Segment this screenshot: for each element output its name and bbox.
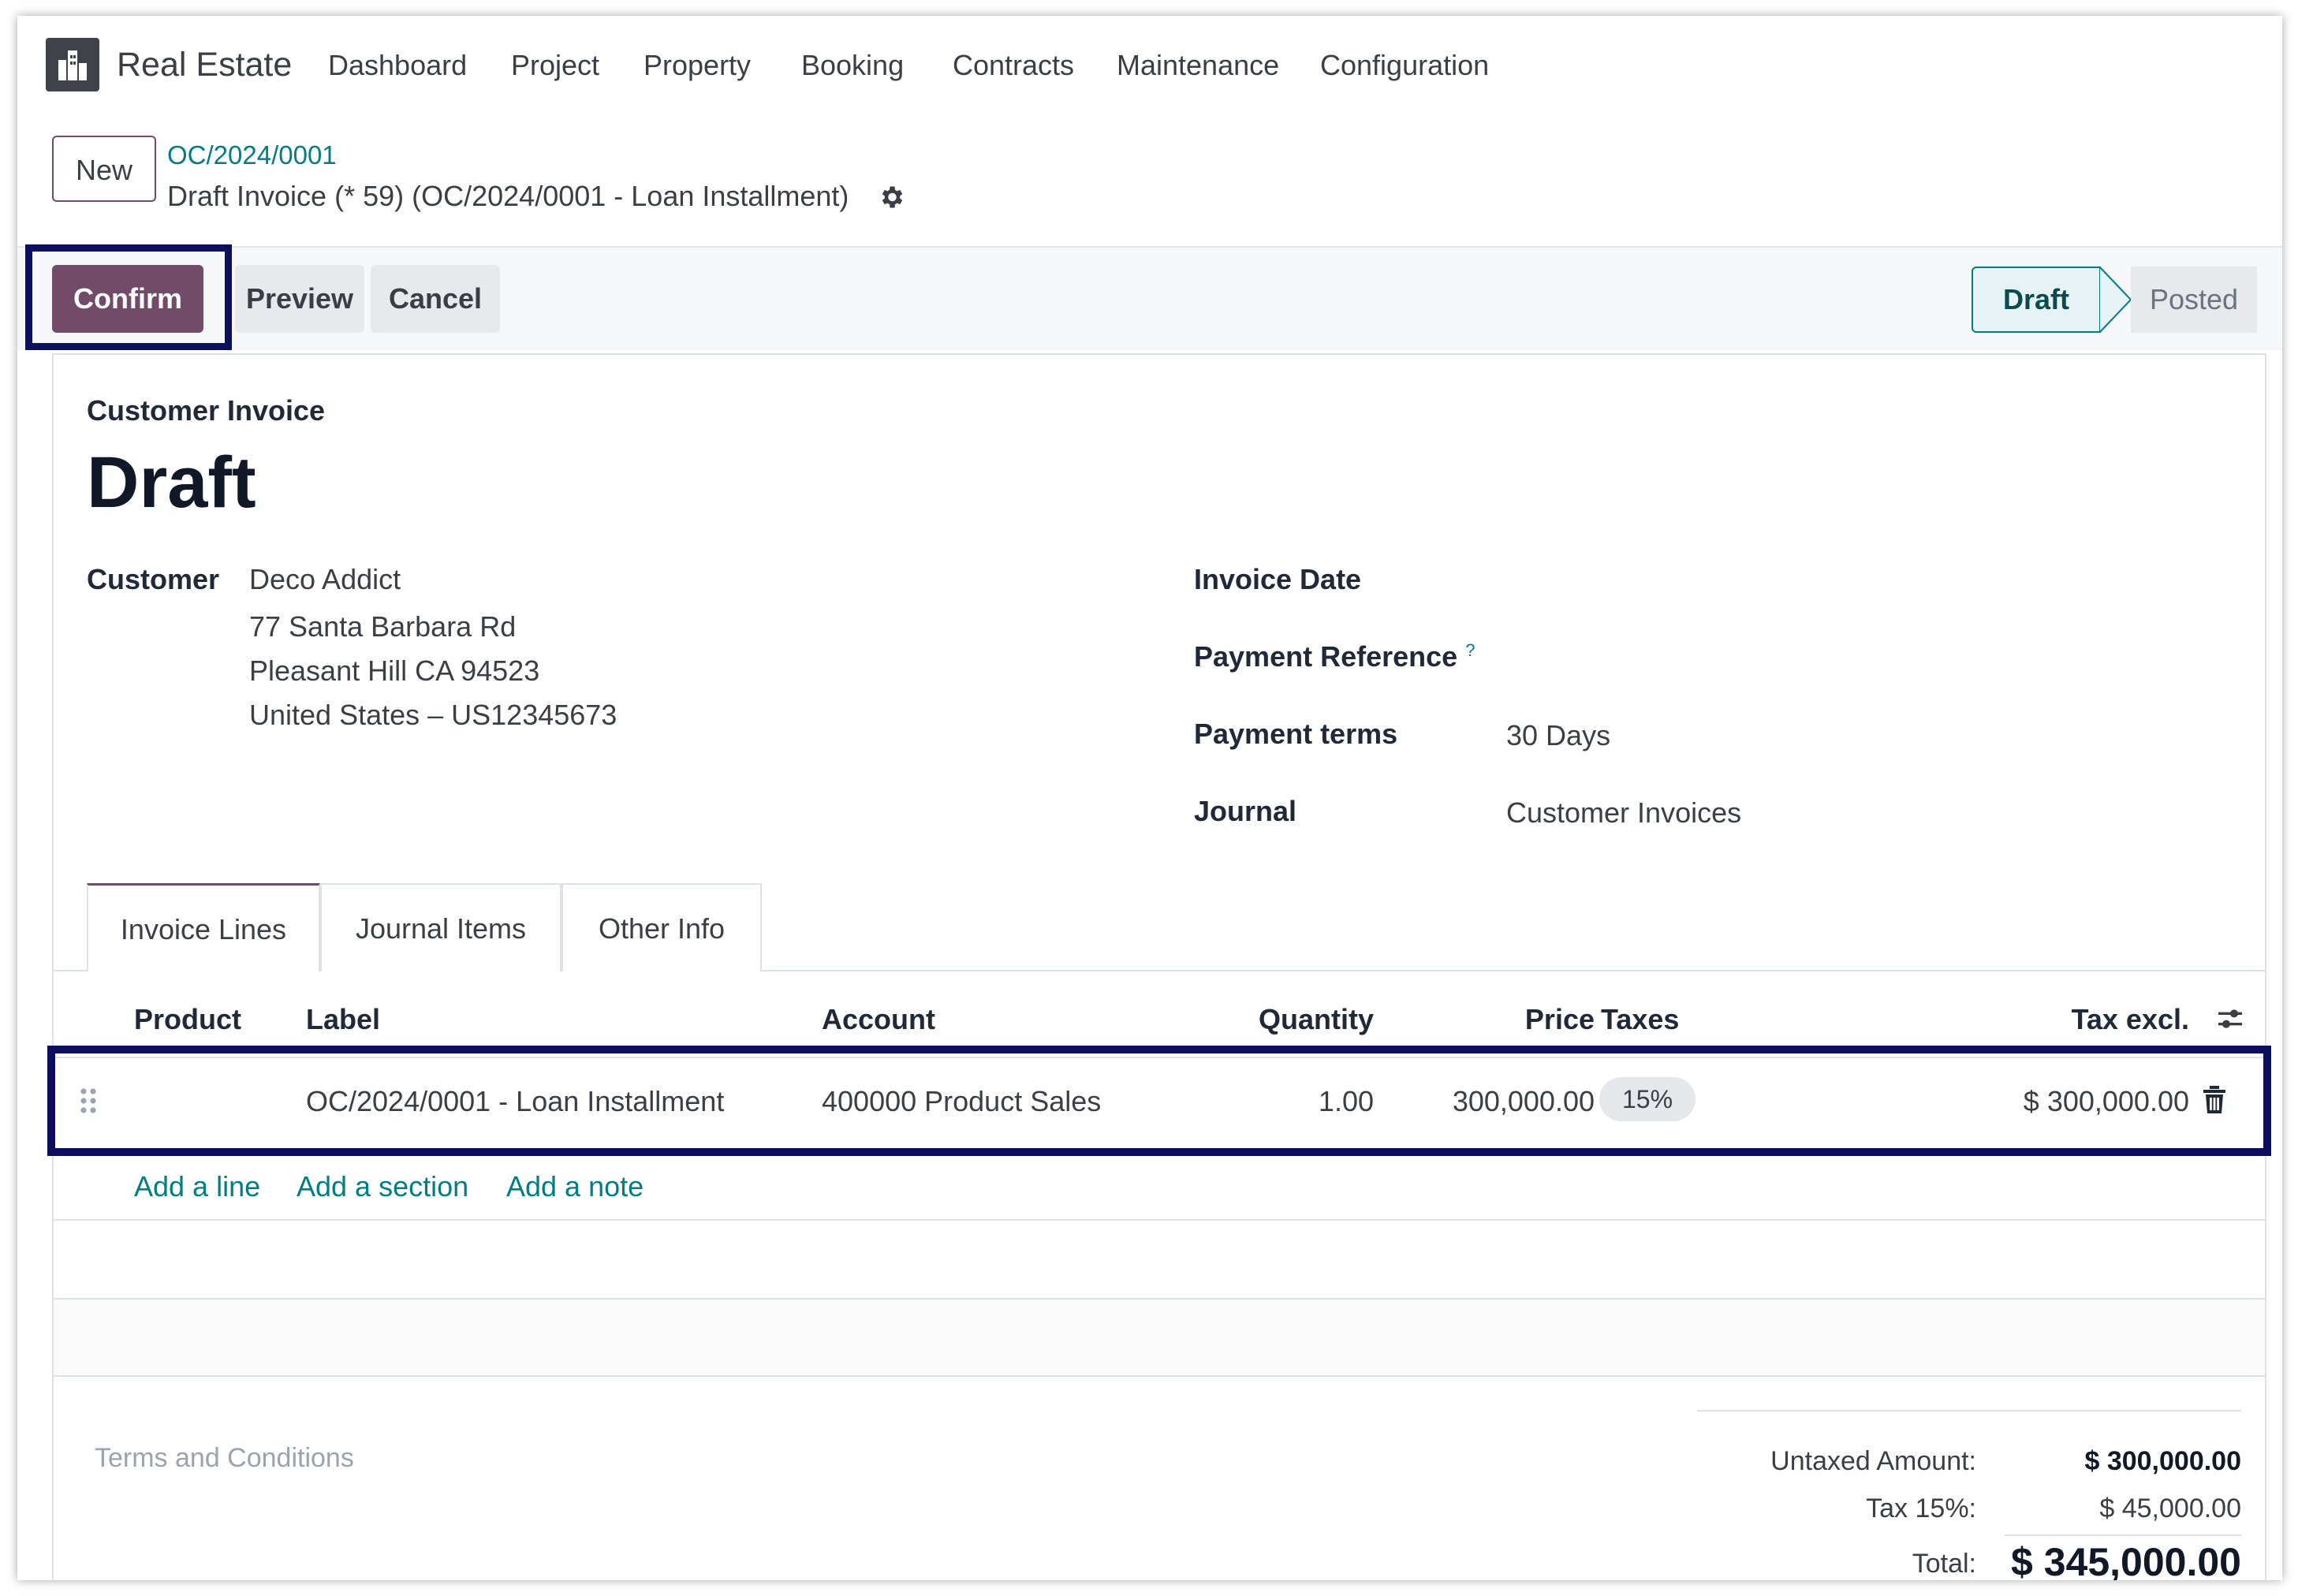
tax-label: Tax 15%: — [1866, 1493, 1976, 1523]
tab-other-info[interactable]: Other Info — [561, 883, 762, 971]
preview-button[interactable]: Preview — [235, 265, 364, 333]
breadcrumb-parent[interactable]: OC/2024/0001 — [167, 140, 337, 170]
total-label: Total: — [1912, 1549, 1976, 1579]
tax-value: $ 45,000.00 — [2099, 1493, 2241, 1523]
customer-name[interactable]: Deco Addict — [249, 563, 401, 596]
invoice-title: Draft — [87, 442, 256, 523]
col-label[interactable]: Label — [306, 1003, 380, 1036]
app-window: Real Estate Dashboard Project Property B… — [17, 16, 2282, 1580]
nav-project[interactable]: Project — [511, 49, 599, 82]
nav-contracts[interactable]: Contracts — [953, 49, 1074, 82]
tab-invoice-lines[interactable]: Invoice Lines — [87, 883, 320, 971]
total-value: $ 345,000.00 — [2011, 1540, 2241, 1580]
payment-terms-label: Payment terms — [1194, 718, 1398, 750]
empty-row — [54, 1300, 2265, 1375]
top-navbar: Real Estate Dashboard Project Property B… — [17, 16, 2282, 112]
untaxed-amount-value: $ 300,000.00 — [2084, 1446, 2241, 1476]
status-draft[interactable]: Draft — [1972, 267, 2101, 333]
nav-booking[interactable]: Booking — [801, 49, 904, 82]
table-divider — [54, 1375, 2265, 1377]
new-button[interactable]: New — [52, 136, 156, 202]
nav-property[interactable]: Property — [644, 49, 751, 82]
cancel-button[interactable]: Cancel — [371, 265, 500, 333]
line-highlight-box — [47, 1046, 2271, 1156]
tab-journal-items[interactable]: Journal Items — [320, 883, 561, 971]
payment-reference-text: Payment Reference — [1194, 640, 1458, 673]
nav-configuration[interactable]: Configuration — [1320, 49, 1489, 82]
add-section-link[interactable]: Add a section — [297, 1170, 468, 1203]
nav-dashboard[interactable]: Dashboard — [328, 49, 467, 82]
payment-reference-label: Payment Reference ? — [1194, 640, 1475, 673]
journal-label: Journal — [1194, 795, 1297, 827]
col-tax-excl[interactable]: Tax excl. — [2036, 1003, 2189, 1036]
customer-address-line: United States – US12345673 — [249, 699, 617, 731]
untaxed-amount-label: Untaxed Amount: — [1770, 1446, 1976, 1476]
add-line-link[interactable]: Add a line — [134, 1170, 260, 1203]
journal-field[interactable]: Customer Invoices — [1506, 796, 1741, 830]
col-quantity[interactable]: Quantity — [1216, 1003, 1374, 1036]
record-title: Draft Invoice (* 59) (OC/2024/0001 - Loa… — [167, 180, 849, 212]
real-estate-app-icon[interactable] — [46, 38, 99, 91]
col-taxes[interactable]: Taxes — [1601, 1003, 1679, 1036]
col-product[interactable]: Product — [134, 1003, 241, 1036]
terms-and-conditions-field[interactable]: Terms and Conditions — [95, 1443, 354, 1474]
customer-address-line: Pleasant Hill CA 94523 — [249, 654, 540, 687]
help-icon[interactable]: ? — [1465, 640, 1475, 660]
invoice-type-label: Customer Invoice — [87, 394, 326, 427]
col-price[interactable]: Price — [1500, 1003, 1595, 1036]
customer-label: Customer — [87, 563, 220, 595]
app-name[interactable]: Real Estate — [117, 46, 292, 84]
nav-maintenance[interactable]: Maintenance — [1117, 49, 1279, 82]
status-posted[interactable]: Posted — [2131, 267, 2257, 333]
table-divider — [54, 1298, 2265, 1300]
payment-terms-field[interactable]: 30 Days — [1506, 719, 1610, 752]
optional-columns-icon[interactable] — [2214, 1003, 2246, 1035]
status-arrow-icon — [2099, 267, 2132, 333]
customer-address-line: 77 Santa Barbara Rd — [249, 610, 517, 643]
confirm-highlight-box — [25, 244, 232, 350]
col-account[interactable]: Account — [822, 1003, 935, 1036]
totals-divider — [1697, 1410, 2241, 1411]
invoice-date-label: Invoice Date — [1194, 563, 1362, 595]
gear-icon[interactable] — [877, 183, 905, 211]
add-note-link[interactable]: Add a note — [506, 1170, 644, 1203]
table-divider — [54, 1219, 2265, 1221]
total-divider — [2005, 1534, 2241, 1536]
